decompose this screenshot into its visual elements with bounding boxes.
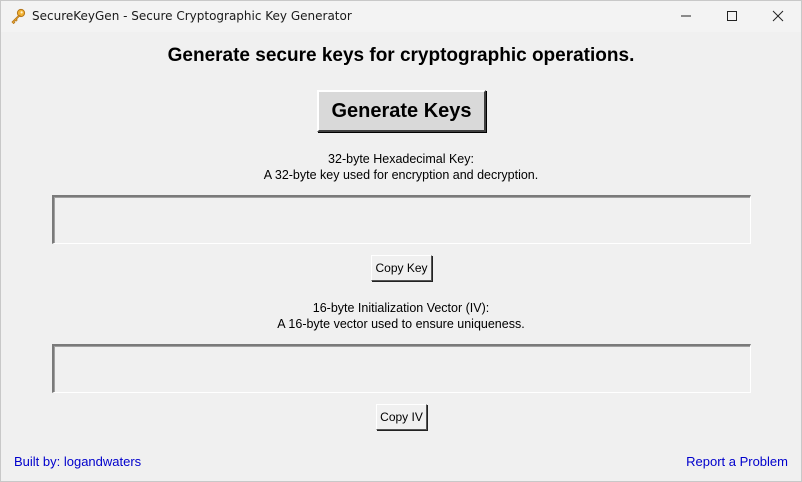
- window-title: SecureKeyGen - Secure Cryptographic Key …: [32, 9, 352, 23]
- key-section-title: 32-byte Hexadecimal Key:: [328, 152, 474, 166]
- app-window: SecureKeyGen - Secure Cryptographic Key …: [0, 0, 802, 482]
- copy-key-button[interactable]: Copy Key: [371, 255, 432, 281]
- iv-section-title: 16-byte Initialization Vector (IV):: [312, 301, 490, 315]
- generate-keys-button[interactable]: Generate Keys: [317, 90, 486, 132]
- maximize-button[interactable]: [709, 1, 755, 32]
- key-icon: [10, 8, 26, 25]
- copy-iv-button[interactable]: Copy IV: [376, 404, 427, 430]
- iv-output-field[interactable]: [52, 344, 751, 393]
- minimize-icon: [680, 7, 692, 26]
- close-button[interactable]: [755, 1, 801, 32]
- minimize-button[interactable]: [663, 1, 709, 32]
- key-section-description: A 32-byte key used for encryption and de…: [263, 168, 539, 182]
- built-by-link[interactable]: Built by: logandwaters: [14, 454, 141, 469]
- close-icon: [772, 7, 784, 26]
- title-bar[interactable]: SecureKeyGen - Secure Cryptographic Key …: [1, 1, 801, 32]
- key-output-field[interactable]: [52, 195, 751, 244]
- maximize-icon: [726, 7, 738, 26]
- report-problem-link[interactable]: Report a Problem: [686, 454, 788, 469]
- iv-section-description: A 16-byte vector used to ensure uniquene…: [277, 317, 525, 331]
- page-heading: Generate secure keys for cryptographic o…: [167, 45, 635, 66]
